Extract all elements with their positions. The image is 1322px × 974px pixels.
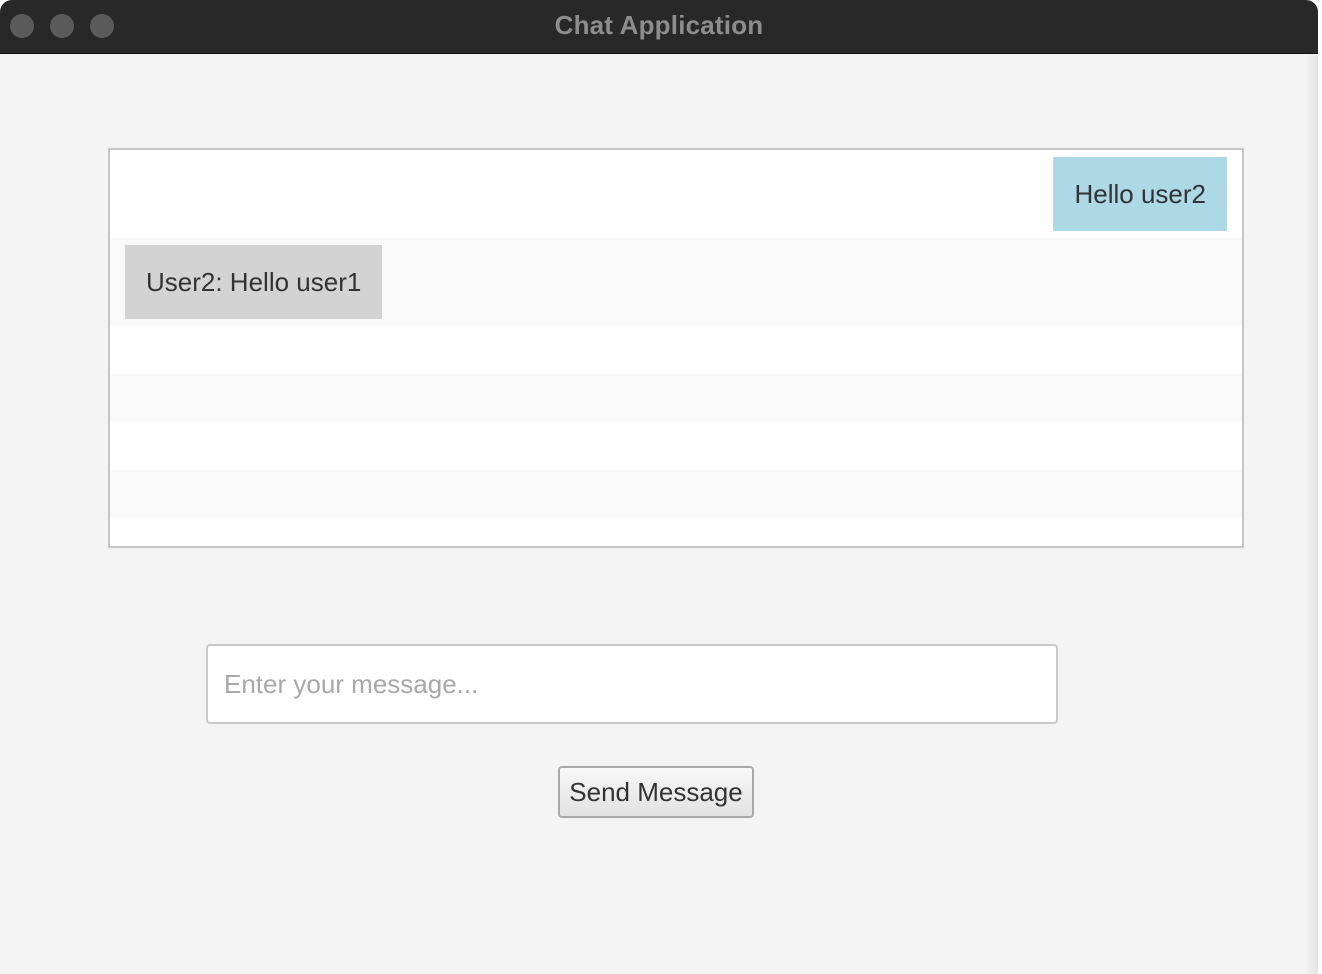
app-window: Chat Application Hello user2 User2: Hell… [0,0,1318,974]
chat-list-empty-row [110,422,1242,470]
window-title: Chat Application [554,10,764,40]
chat-list-empty-row [110,470,1242,518]
message-input[interactable] [206,644,1058,724]
chat-list-empty-row [110,326,1242,374]
chat-list-row[interactable]: Hello user2 [110,150,1242,238]
sent-message-bubble: Hello user2 [1053,157,1227,231]
chat-message-list[interactable]: Hello user2 User2: Hello user1 [108,148,1244,548]
window-edge-shadow [1306,55,1318,974]
received-message-bubble: User2: Hello user1 [125,245,383,319]
title-bar: Chat Application [0,0,1318,54]
chat-list-empty-row [110,374,1242,422]
send-message-button[interactable]: Send Message [558,766,754,818]
chat-list-row[interactable]: User2: Hello user1 [110,238,1242,326]
chat-list-empty-row [110,518,1242,546]
